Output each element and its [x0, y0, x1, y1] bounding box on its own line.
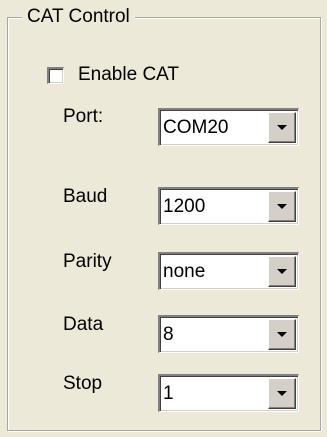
- data-dropdown-button[interactable]: [268, 319, 296, 350]
- data-select-value: 8: [163, 324, 174, 345]
- baud-select-value: 1200: [163, 196, 206, 217]
- stop-label: Stop: [63, 373, 103, 394]
- parity-select-value: none: [163, 261, 206, 282]
- chevron-down-icon: [277, 332, 287, 337]
- data-label: Data: [63, 314, 104, 335]
- enable-cat-label[interactable]: Enable CAT: [78, 63, 179, 87]
- chevron-down-icon: [277, 269, 287, 274]
- enable-cat-checkbox-row[interactable]: Enable CAT: [47, 63, 179, 87]
- baud-label: Baud: [63, 186, 108, 207]
- stop-dropdown-button[interactable]: [268, 378, 296, 409]
- port-dropdown-button[interactable]: [268, 112, 296, 143]
- parity-label: Parity: [63, 251, 112, 272]
- enable-cat-checkbox[interactable]: [47, 66, 64, 84]
- stop-select-value: 1: [163, 383, 174, 404]
- chevron-down-icon: [277, 391, 287, 396]
- port-select-value: COM20: [163, 117, 229, 138]
- cat-control-title: CAT Control: [22, 5, 135, 29]
- stop-select[interactable]: 1: [158, 374, 299, 412]
- chevron-down-icon: [277, 125, 287, 130]
- port-select[interactable]: COM20: [158, 108, 299, 146]
- baud-select[interactable]: 1200: [158, 187, 299, 225]
- data-select[interactable]: 8: [158, 315, 299, 353]
- baud-dropdown-button[interactable]: [268, 191, 296, 222]
- port-label: Port:: [63, 106, 104, 127]
- chevron-down-icon: [277, 204, 287, 209]
- parity-select[interactable]: none: [158, 252, 299, 290]
- parity-dropdown-button[interactable]: [268, 256, 296, 287]
